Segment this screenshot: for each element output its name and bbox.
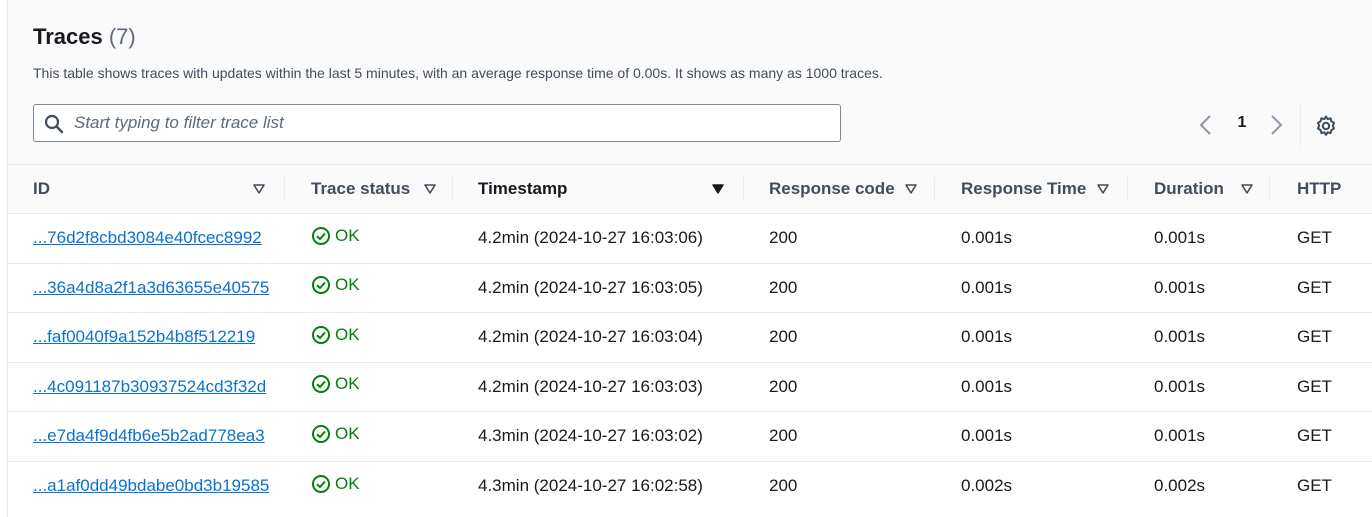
page-number-current[interactable]: 1	[1232, 114, 1252, 132]
timestamp-cell: 4.2min (2024-10-27 16:03:04)	[478, 327, 703, 347]
column-header-label: Timestamp	[478, 179, 568, 198]
status-badge: OK	[311, 424, 360, 444]
traces-panel: Traces (7) This table shows traces with …	[7, 0, 1372, 517]
http-method-cell: GET	[1297, 327, 1332, 347]
check-circle-icon	[312, 375, 330, 394]
status-badge: OK	[311, 474, 360, 494]
caret-down-icon[interactable]	[712, 183, 724, 195]
trace-id-link[interactable]: ...a1af0dd49bdabe0bd3b19585	[33, 476, 269, 495]
timestamp-cell: 4.3min (2024-10-27 16:03:02)	[478, 426, 703, 446]
http-method-cell: GET	[1297, 426, 1332, 446]
caret-down-icon[interactable]	[905, 183, 917, 195]
duration-cell: 0.001s	[1154, 327, 1206, 347]
response-time-cell: 0.001s	[961, 327, 1013, 347]
traces-table: ID Trace status Timestamp Response code …	[8, 165, 1372, 511]
http-method-cell: GET	[1297, 277, 1332, 297]
timestamp-cell: 4.2min (2024-10-27 16:03:06)	[478, 228, 703, 248]
page-title: Traces (7)	[33, 24, 136, 50]
caret-down-icon[interactable]	[424, 183, 436, 195]
duration-cell: 0.001s	[1154, 426, 1206, 446]
chevron-right-icon[interactable]	[1266, 113, 1286, 137]
duration-cell: 0.001s	[1154, 228, 1206, 248]
traces-panel-header: Traces (7) This table shows traces with …	[8, 0, 1372, 165]
status-text: OK	[335, 275, 360, 295]
chevron-left-icon[interactable]	[1196, 113, 1216, 137]
trace-id-link[interactable]: ...e7da4f9d4fb6e5b2ad778ea3	[33, 426, 265, 445]
timestamp-cell: 4.2min (2024-10-27 16:03:03)	[478, 376, 703, 396]
timestamp-cell: 4.3min (2024-10-27 16:02:58)	[478, 476, 703, 495]
status-text: OK	[335, 374, 360, 394]
response-time-cell: 0.001s	[961, 228, 1013, 248]
column-header-label: Response code	[769, 179, 895, 198]
response-time-cell: 0.001s	[961, 376, 1013, 396]
duration-cell: 0.002s	[1154, 476, 1206, 495]
status-text: OK	[335, 225, 360, 245]
caret-down-icon[interactable]	[1241, 183, 1253, 195]
trace-id-link[interactable]: ...4c091187b30937524cd3f32d	[33, 377, 266, 396]
status-text: OK	[335, 324, 360, 344]
timestamp-cell: 4.2min (2024-10-27 16:03:05)	[478, 277, 703, 297]
response-code-cell: 200	[769, 426, 798, 446]
status-text: OK	[335, 423, 360, 443]
column-header-duration[interactable]: Duration	[1128, 165, 1270, 214]
status-badge: OK	[311, 325, 360, 345]
column-header-http[interactable]: HTTP	[1270, 165, 1372, 214]
trace-id-link[interactable]: ...36a4d8a2f1a3d63655e40575	[33, 278, 269, 297]
table-row[interactable]: ...faf0040f9a152b4b8f512219 OK 4.2min (2…	[8, 312, 1372, 363]
table-row[interactable]: ...76d2f8cbd3084e40fcec8992 OK 4.2min (2…	[8, 213, 1372, 264]
check-circle-icon	[312, 424, 330, 443]
response-code-cell: 200	[769, 376, 798, 396]
table-header-row: ID Trace status Timestamp Response code …	[8, 165, 1372, 214]
response-code-cell: 200	[769, 476, 798, 495]
response-code-cell: 200	[769, 327, 798, 347]
trace-id-link[interactable]: ...faf0040f9a152b4b8f512219	[33, 327, 255, 346]
check-circle-icon	[312, 474, 330, 493]
column-header-id[interactable]: ID	[8, 165, 285, 214]
response-time-cell: 0.001s	[961, 277, 1013, 297]
trace-id-link[interactable]: ...76d2f8cbd3084e40fcec8992	[33, 228, 262, 247]
search-icon	[44, 114, 64, 134]
http-method-cell: GET	[1297, 228, 1332, 248]
column-header-label: ID	[33, 179, 50, 198]
table-description: This table shows traces with updates wit…	[33, 65, 883, 81]
column-header-response-time[interactable]: Response Time	[935, 165, 1128, 214]
check-circle-icon	[312, 276, 330, 295]
column-header-label: Response Time	[961, 179, 1087, 198]
response-time-cell: 0.001s	[961, 426, 1013, 446]
table-row[interactable]: ...e7da4f9d4fb6e5b2ad778ea3 OK 4.3min (2…	[8, 411, 1372, 462]
check-circle-icon	[312, 325, 330, 344]
gear-icon[interactable]	[1314, 114, 1338, 138]
table-row[interactable]: ...4c091187b30937524cd3f32d OK 4.2min (2…	[8, 362, 1372, 412]
check-circle-icon	[312, 226, 330, 245]
http-method-cell: GET	[1297, 476, 1332, 495]
column-header-label: Duration	[1154, 179, 1224, 198]
table-row[interactable]: ...36a4d8a2f1a3d63655e40575 OK 4.2min (2…	[8, 263, 1372, 313]
status-text: OK	[335, 473, 360, 493]
column-header-trace-status[interactable]: Trace status	[285, 165, 453, 214]
column-header-label: HTTP	[1297, 179, 1342, 198]
status-badge: OK	[311, 226, 360, 246]
duration-cell: 0.001s	[1154, 277, 1206, 297]
duration-cell: 0.001s	[1154, 376, 1206, 396]
caret-down-icon[interactable]	[253, 183, 265, 195]
trace-count: (7)	[108, 24, 136, 49]
response-time-cell: 0.002s	[961, 476, 1013, 495]
search-field[interactable]	[33, 104, 841, 142]
search-input[interactable]	[74, 105, 834, 141]
title-text: Traces	[33, 24, 103, 49]
table-row[interactable]: ...a1af0dd49bdabe0bd3b19585 OK 4.3min (2…	[8, 461, 1372, 511]
column-header-timestamp[interactable]: Timestamp	[453, 165, 744, 214]
response-code-cell: 200	[769, 228, 798, 248]
response-code-cell: 200	[769, 277, 798, 297]
column-header-label: Trace status	[311, 179, 411, 198]
column-header-response-code[interactable]: Response code	[744, 165, 935, 214]
status-badge: OK	[311, 374, 360, 394]
pagination-divider	[1300, 104, 1301, 146]
status-badge: OK	[311, 275, 360, 295]
caret-down-icon[interactable]	[1097, 183, 1109, 195]
http-method-cell: GET	[1297, 376, 1332, 396]
